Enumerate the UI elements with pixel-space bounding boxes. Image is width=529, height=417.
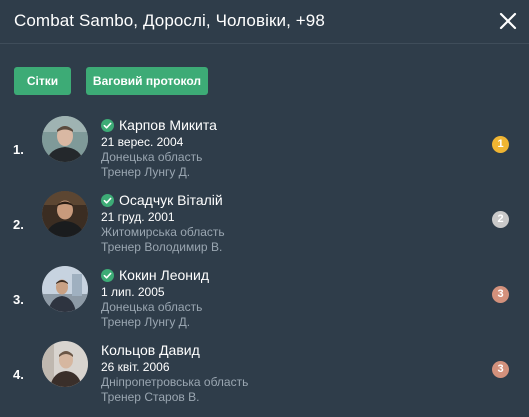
bronze-medal-badge: 3 — [492, 286, 509, 303]
athlete-row[interactable]: 1. Карпов Микита 21 верес. 2004 Донецька… — [0, 116, 529, 191]
rank-number: 3. — [13, 292, 24, 307]
birth-date: 26 квіт. 2006 — [101, 360, 170, 374]
region: Донецька область — [101, 150, 203, 164]
weigh-in-protocol-button[interactable]: Ваговий протокол — [86, 67, 208, 95]
avatar[interactable] — [42, 116, 88, 162]
rank-number: 2. — [13, 217, 24, 232]
coach: Тренер Старов В. — [101, 390, 200, 404]
avatar[interactable] — [42, 266, 88, 312]
athlete-row[interactable]: 2. Осадчук Віталій 21 груд. 2001 Житомир… — [0, 191, 529, 266]
results-modal: Combat Sambo, Дорослі, Чоловіки, +98 Сіт… — [0, 0, 529, 417]
athlete-name-line: Кольцов Давид — [101, 341, 200, 359]
verified-check-icon — [101, 268, 114, 282]
coach: Тренер Володимир В. — [101, 240, 223, 254]
avatar[interactable] — [42, 341, 88, 387]
region: Житомирська область — [101, 225, 225, 239]
birth-date: 1 лип. 2005 — [101, 285, 165, 299]
verified-check-icon — [101, 193, 114, 207]
region: Донецька область — [101, 300, 203, 314]
region: Дніпропетровська область — [101, 375, 249, 389]
athlete-name-line: Карпов Микита — [101, 116, 217, 134]
athlete-name-line: Осадчук Віталій — [101, 191, 223, 209]
athlete-name[interactable]: Кольцов Давид — [101, 342, 200, 358]
grids-button[interactable]: Сітки — [14, 67, 71, 95]
bronze-medal-badge: 3 — [492, 361, 509, 378]
avatar[interactable] — [42, 191, 88, 237]
verified-check-icon — [101, 118, 114, 132]
rank-number: 1. — [13, 142, 24, 157]
athlete-row[interactable]: 4. Кольцов Давид 26 квіт. 2006 Дніпропет… — [0, 341, 529, 416]
coach: Тренер Лунгу Д. — [101, 315, 191, 329]
silver-medal-badge: 2 — [492, 211, 509, 228]
gold-medal-badge: 1 — [492, 136, 509, 153]
modal-header: Combat Sambo, Дорослі, Чоловіки, +98 — [0, 0, 529, 44]
athlete-name[interactable]: Кокин Леонид — [119, 267, 209, 283]
coach: Тренер Лунгу Д. — [101, 165, 191, 179]
birth-date: 21 груд. 2001 — [101, 210, 175, 224]
birth-date: 21 верес. 2004 — [101, 135, 184, 149]
athlete-name[interactable]: Карпов Микита — [119, 117, 217, 133]
athlete-row[interactable]: 3. Кокин Леонид 1 лип. 2005 Донецька обл… — [0, 266, 529, 341]
athlete-name-line: Кокин Леонид — [101, 266, 209, 284]
modal-title: Combat Sambo, Дорослі, Чоловіки, +98 — [14, 11, 325, 30]
rank-number: 4. — [13, 367, 24, 382]
athlete-name[interactable]: Осадчук Віталій — [119, 192, 223, 208]
close-icon[interactable] — [495, 8, 521, 34]
